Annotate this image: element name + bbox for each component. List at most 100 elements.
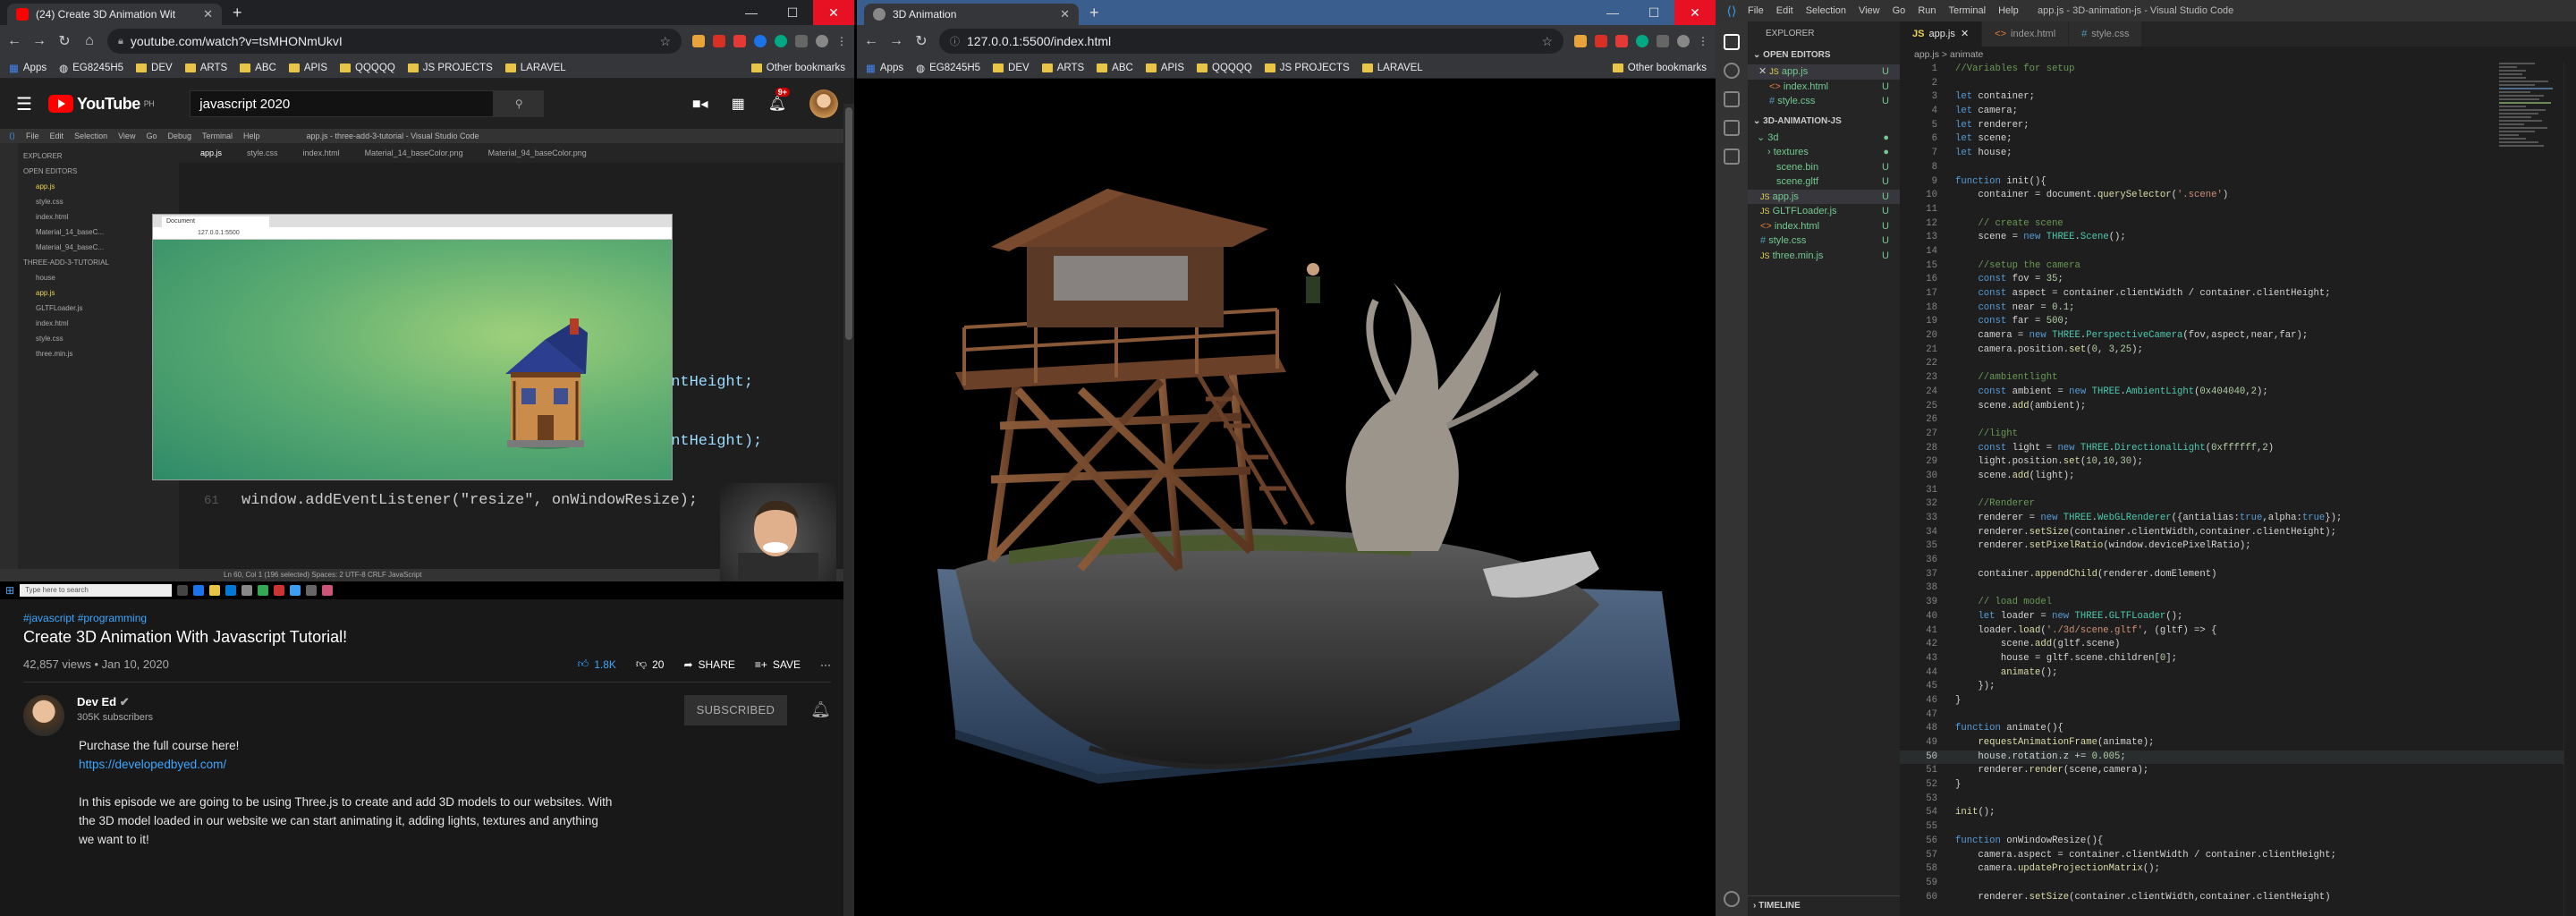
browser-tab-3d-animation[interactable]: 3D Animation ✕: [864, 4, 1079, 25]
code-line[interactable]: 33 renderer = new THREE.WebGLRenderer({a…: [1900, 512, 2576, 526]
code-line[interactable]: 60 renderer.setSize(container.clientWidt…: [1900, 891, 2576, 905]
menu-file[interactable]: File: [1748, 5, 1764, 16]
code-line[interactable]: 42 scene.add(gltf.scene): [1900, 638, 2576, 652]
address-bar[interactable]: 🔒︎ youtube.com/watch?v=tsMHONmUkvI ☆: [107, 29, 682, 54]
youtube-search-input[interactable]: javascript 2020: [190, 90, 495, 117]
menu-dots-icon[interactable]: ⋮: [836, 35, 847, 47]
search-button[interactable]: ⚲: [494, 90, 545, 117]
bookmark-item[interactable]: ARTS: [1041, 63, 1084, 73]
close-icon[interactable]: ✕: [1758, 66, 1767, 77]
code-line[interactable]: 1 //Variables for setup: [1900, 63, 2576, 77]
file-item[interactable]: JS app.js U: [1748, 189, 1900, 204]
file-item[interactable]: JS three.min.js U: [1748, 249, 1900, 264]
bookmark-item[interactable]: ◍ EG8245H5: [59, 62, 123, 74]
code-line[interactable]: 44 animate();: [1900, 666, 2576, 681]
create-video-icon[interactable]: ■◂: [692, 95, 708, 113]
code-line[interactable]: 32 //Renderer: [1900, 497, 2576, 512]
code-lines[interactable]: 1//Variables for setup 2 3 let container; 4 l…: [1900, 63, 2576, 904]
menu-edit[interactable]: Edit: [1776, 5, 1793, 16]
project-section[interactable]: ⌄ 3D-ANIMATION-JS: [1748, 113, 1900, 131]
forward-arrow-icon[interactable]: →: [32, 33, 47, 49]
video-player[interactable]: ⟨⟩ File Edit Selection View Go Debug Terminal H…: [0, 129, 854, 599]
profile-icon[interactable]: [816, 35, 828, 47]
bookmark-item[interactable]: JS PROJECTS: [407, 63, 493, 73]
code-line[interactable]: 39 // load model: [1900, 596, 2576, 610]
bookmark-item[interactable]: LARAVEL: [504, 63, 566, 73]
avatar[interactable]: [809, 89, 838, 118]
close-window-button[interactable]: ✕: [1674, 0, 1716, 25]
settings-gear-icon[interactable]: [1724, 891, 1740, 907]
code-line[interactable]: 31: [1900, 484, 2576, 498]
browser-tab-youtube[interactable]: (24) Create 3D Animation Wit ✕: [7, 4, 222, 25]
code-line[interactable]: 53: [1900, 793, 2576, 807]
code-line[interactable]: 56 function onWindowResize(){: [1900, 835, 2576, 849]
code-line[interactable]: 16 const fov = 35;: [1900, 273, 2576, 287]
code-line[interactable]: 13 scene = new THREE.Scene();: [1900, 231, 2576, 245]
bookmark-item[interactable]: APIS: [1145, 63, 1184, 73]
code-line[interactable]: 41 loader.load('./3d/scene.gltf', (gltf)…: [1900, 624, 2576, 639]
open-editor-item[interactable]: ✕ JS app.js U: [1748, 64, 1900, 80]
extension-icon[interactable]: [1636, 35, 1648, 47]
apps-grid-icon[interactable]: ▦: [732, 95, 745, 113]
code-line[interactable]: 17 const aspect = container.clientWidth …: [1900, 287, 2576, 301]
hashtags[interactable]: #javascript #programming: [23, 612, 831, 624]
code-line[interactable]: 40 let loader = new THREE.GLTFLoader();: [1900, 610, 2576, 624]
forward-arrow-icon[interactable]: →: [889, 33, 903, 49]
code-line[interactable]: 36: [1900, 554, 2576, 568]
code-line[interactable]: 2: [1900, 77, 2576, 91]
menu-go[interactable]: Go: [1893, 5, 1906, 16]
extension-icon[interactable]: [754, 35, 767, 47]
page-scrollbar[interactable]: [843, 104, 854, 916]
code-line[interactable]: 18 const near = 0.1;: [1900, 301, 2576, 316]
minimize-button[interactable]: —: [1592, 0, 1633, 25]
hamburger-menu-icon[interactable]: ☰: [16, 93, 32, 115]
code-line[interactable]: 48 function animate(){: [1900, 722, 2576, 736]
code-line[interactable]: 6 let scene;: [1900, 132, 2576, 147]
subscribed-button[interactable]: SUBSCRIBED: [683, 695, 788, 725]
code-line[interactable]: 46}: [1900, 694, 2576, 708]
menu-terminal[interactable]: Terminal: [1949, 5, 1987, 16]
more-actions-button[interactable]: ···: [820, 657, 831, 671]
code-line[interactable]: 21 camera.position.set(0, 3,25);: [1900, 344, 2576, 358]
extension-icon[interactable]: [1574, 35, 1587, 47]
code-line[interactable]: 26: [1900, 413, 2576, 428]
other-bookmarks[interactable]: Other bookmarks: [1612, 63, 1707, 73]
code-line[interactable]: 51 renderer.render(scene,camera);: [1900, 764, 2576, 778]
maximize-button[interactable]: ☐: [772, 0, 813, 25]
extension-icon[interactable]: [692, 35, 705, 47]
code-line[interactable]: 29 light.position.set(10,10,30);: [1900, 455, 2576, 470]
breadcrumb[interactable]: app.js > animate: [1900, 47, 2576, 63]
close-window-button[interactable]: ✕: [813, 0, 854, 25]
open-editor-item[interactable]: # style.css U: [1748, 94, 1900, 109]
reload-icon[interactable]: ↻: [57, 32, 72, 50]
bookmark-star-icon[interactable]: ☆: [659, 34, 671, 49]
tab-app-js[interactable]: JS app.js ✕: [1900, 21, 1983, 47]
tab-style-css[interactable]: # style.css: [2069, 21, 2143, 47]
code-line[interactable]: 43 house = gltf.scene.children[0];: [1900, 652, 2576, 666]
bookmark-star-icon[interactable]: ☆: [1541, 34, 1553, 49]
editor-scrollbar[interactable]: [2563, 63, 2576, 916]
extension-icon[interactable]: [775, 35, 787, 47]
code-line[interactable]: 52}: [1900, 778, 2576, 793]
extension-icon[interactable]: [733, 35, 746, 47]
file-item[interactable]: scene.bin U: [1748, 160, 1900, 175]
youtube-logo[interactable]: YouTube PH: [47, 95, 155, 114]
code-line[interactable]: 11: [1900, 203, 2576, 217]
back-arrow-icon[interactable]: ←: [864, 33, 878, 49]
bookmark-item[interactable]: APIS: [288, 63, 327, 73]
back-arrow-icon[interactable]: ←: [7, 33, 21, 49]
bookmark-apps[interactable]: ▦ Apps: [9, 62, 47, 74]
code-line[interactable]: 49 requestAnimationFrame(animate);: [1900, 736, 2576, 751]
open-editors-section[interactable]: ⌄ OPEN EDITORS: [1748, 47, 1900, 64]
menu-selection[interactable]: Selection: [1806, 5, 1846, 16]
scrollbar-thumb[interactable]: [845, 107, 852, 340]
code-line[interactable]: 9 function init(){: [1900, 175, 2576, 190]
code-line[interactable]: 12 // create scene: [1900, 217, 2576, 232]
code-line[interactable]: 20 camera = new THREE.PerspectiveCamera(…: [1900, 329, 2576, 344]
bookmark-item[interactable]: DEV: [993, 63, 1030, 73]
code-line[interactable]: 8: [1900, 161, 2576, 175]
menu-view[interactable]: View: [1859, 5, 1880, 16]
close-icon[interactable]: ✕: [1961, 29, 1969, 39]
profile-icon[interactable]: [1677, 35, 1690, 47]
channel-avatar[interactable]: [23, 695, 64, 736]
